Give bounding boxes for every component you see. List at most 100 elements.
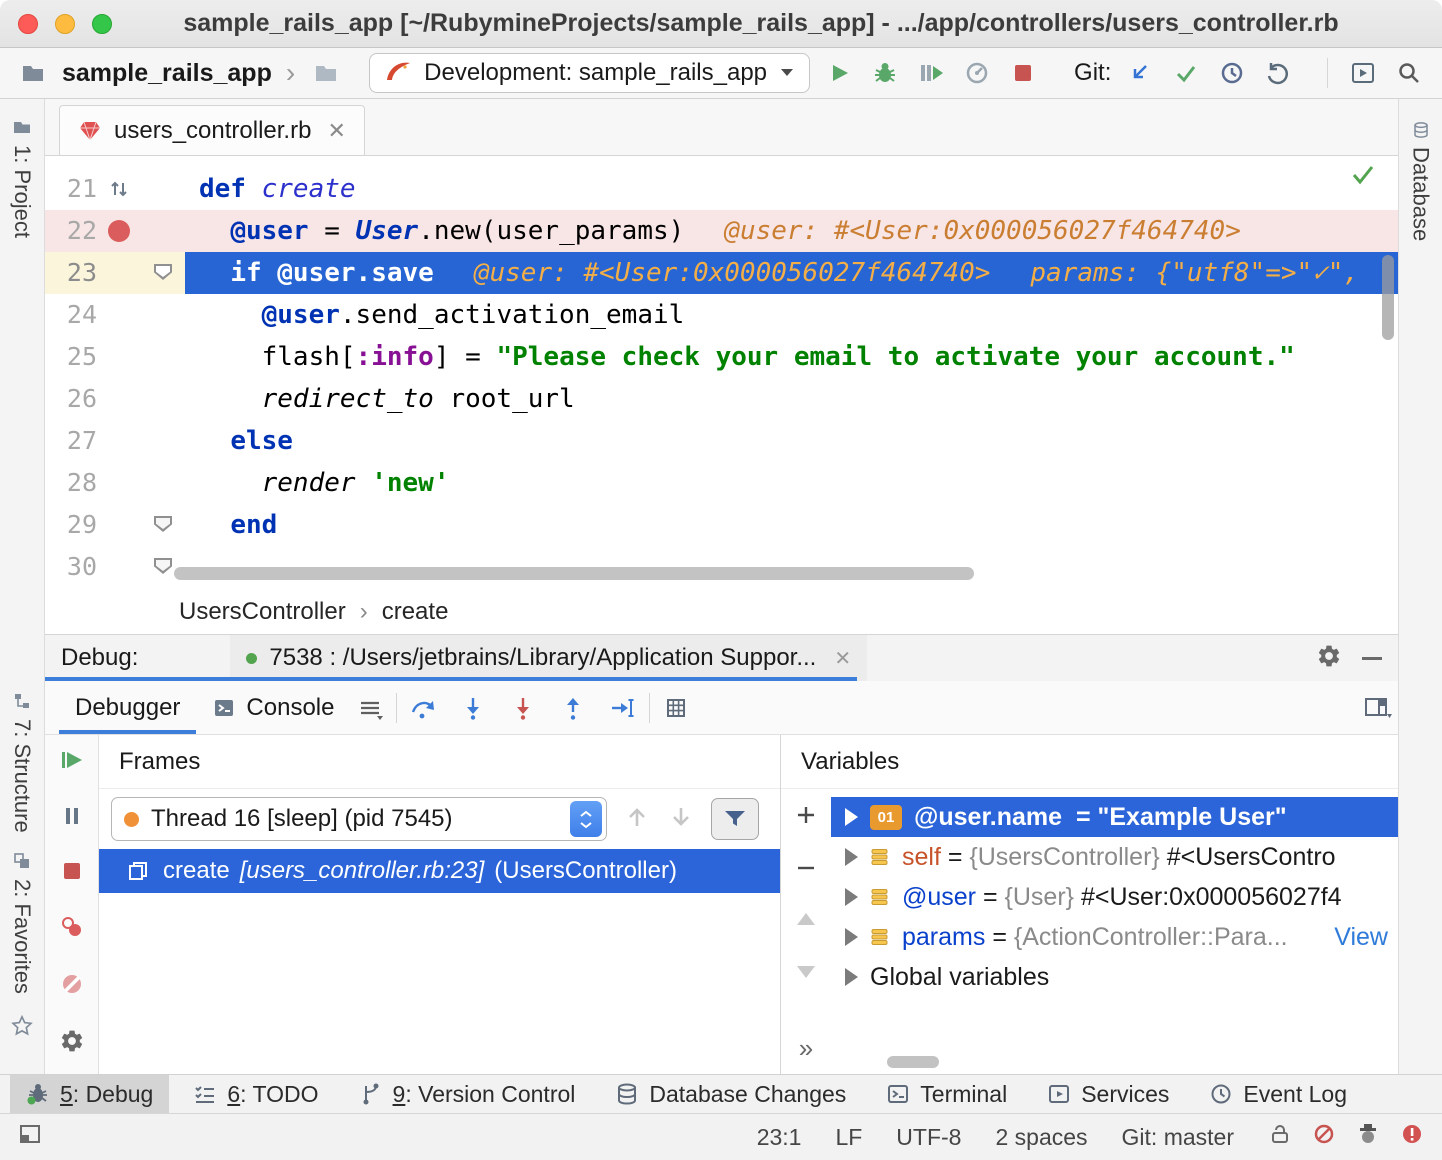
editor-tab-users-controller[interactable]: users_controller.rb ✕ bbox=[59, 105, 365, 155]
expand-triangle-icon[interactable] bbox=[845, 848, 858, 866]
fold-slot[interactable] bbox=[141, 294, 185, 336]
add-watch-button[interactable] bbox=[794, 803, 818, 832]
gutter-slot[interactable] bbox=[97, 294, 141, 336]
fold-slot[interactable] bbox=[141, 504, 185, 546]
run-button[interactable] bbox=[822, 56, 856, 90]
folder-icon[interactable] bbox=[309, 56, 343, 90]
gutter-slot[interactable] bbox=[97, 210, 141, 252]
toolwindow-button-todo[interactable]: 6: TODO bbox=[177, 1075, 334, 1113]
variable-row[interactable]: self = {UsersController} #<UsersContro bbox=[831, 837, 1398, 877]
thread-selector-stepper[interactable] bbox=[570, 801, 602, 837]
expand-triangle-icon[interactable] bbox=[845, 888, 858, 906]
toolwindow-button-terminal[interactable]: Terminal bbox=[870, 1075, 1023, 1113]
editor-line-21[interactable]: 21def create bbox=[45, 168, 1398, 210]
move-up-button[interactable] bbox=[793, 909, 819, 936]
thread-selector[interactable]: Thread 16 [sleep] (pid 7545) bbox=[111, 797, 607, 841]
close-window-button[interactable] bbox=[18, 14, 38, 34]
project-name[interactable]: sample_rails_app bbox=[62, 59, 272, 88]
breakpoint-icon[interactable] bbox=[108, 220, 130, 242]
gutter-slot[interactable] bbox=[97, 168, 141, 210]
gutter-slot[interactable] bbox=[97, 462, 141, 504]
editor-line-28[interactable]: 28 render 'new' bbox=[45, 462, 1398, 504]
toolwindow-toggle-icon[interactable] bbox=[18, 1122, 42, 1152]
rearrange-icon[interactable] bbox=[108, 178, 130, 200]
toolwindow-button-debug[interactable]: 5: Debug bbox=[10, 1075, 169, 1113]
close-session-icon[interactable]: ✕ bbox=[834, 646, 851, 671]
hide-panel-icon[interactable] bbox=[1362, 657, 1382, 660]
sidebar-item-favorites[interactable]: 2: Favorites bbox=[0, 851, 44, 994]
view-breakpoints-button[interactable] bbox=[59, 914, 85, 945]
step-out-icon[interactable] bbox=[553, 688, 593, 728]
fold-slot[interactable] bbox=[141, 336, 185, 378]
view-link[interactable]: View bbox=[1324, 917, 1388, 957]
move-down-button[interactable] bbox=[793, 960, 819, 987]
code-text[interactable]: @user = User.new(user_params)@user: #<Us… bbox=[185, 210, 1398, 252]
git-commit-button[interactable] bbox=[1169, 56, 1203, 90]
mute-breakpoints-button[interactable] bbox=[59, 971, 85, 1002]
step-into-icon[interactable] bbox=[453, 688, 493, 728]
variable-row[interactable]: 01@user.name = "Example User" bbox=[831, 797, 1398, 837]
layout-menu-icon[interactable] bbox=[350, 688, 390, 728]
run-with-coverage-button[interactable] bbox=[914, 56, 948, 90]
breadcrumb-method[interactable]: create bbox=[382, 598, 449, 626]
breadcrumb-class[interactable]: UsersController bbox=[179, 598, 346, 626]
toolwindow-button-version-control[interactable]: 9: Version Control bbox=[343, 1075, 592, 1113]
code-editor[interactable]: 21def create22 @user = User.new(user_par… bbox=[45, 156, 1398, 590]
close-tab-icon[interactable]: ✕ bbox=[327, 118, 345, 144]
gutter-slot[interactable] bbox=[97, 504, 141, 546]
editor-line-27[interactable]: 27 else bbox=[45, 420, 1398, 462]
code-text[interactable]: flash[:info] = "Please check your email … bbox=[185, 336, 1398, 378]
variable-row[interactable]: @user = {User} #<User:0x000056027f4 bbox=[831, 877, 1398, 917]
code-text[interactable]: render 'new' bbox=[185, 462, 1398, 504]
code-text[interactable]: if @user.save@user: #<User:0x000056027f4… bbox=[185, 252, 1398, 294]
editor-line-26[interactable]: 26 redirect_to root_url bbox=[45, 378, 1398, 420]
tab-console[interactable]: Console bbox=[196, 681, 350, 734]
zoom-window-button[interactable] bbox=[92, 14, 112, 34]
tab-debugger[interactable]: Debugger bbox=[59, 681, 196, 734]
code-text[interactable]: def create bbox=[185, 168, 1398, 210]
variable-row[interactable]: params = {ActionController::Para...View bbox=[831, 917, 1398, 957]
sidebar-item-database[interactable]: Database bbox=[1399, 121, 1442, 241]
stop-debug-button[interactable] bbox=[60, 859, 84, 888]
minimize-window-button[interactable] bbox=[55, 14, 75, 34]
fold-slot[interactable] bbox=[141, 252, 185, 294]
editor-horizontal-scrollbar[interactable] bbox=[174, 567, 974, 580]
readonly-lock-icon[interactable] bbox=[1268, 1122, 1292, 1152]
fold-marker-icon[interactable] bbox=[154, 264, 172, 280]
rollback-button[interactable] bbox=[1261, 56, 1295, 90]
settings-gear-icon[interactable] bbox=[1316, 643, 1342, 674]
error-notification-icon[interactable] bbox=[1400, 1122, 1424, 1152]
fold-slot[interactable] bbox=[141, 462, 185, 504]
restore-layout-icon[interactable] bbox=[1358, 688, 1398, 728]
hide-frames-filter-button[interactable] bbox=[711, 798, 759, 840]
status-item[interactable]: LF bbox=[835, 1124, 862, 1151]
hector-inspector-icon[interactable] bbox=[1356, 1122, 1380, 1152]
debug-button[interactable] bbox=[868, 56, 902, 90]
toolwindow-button-event-log[interactable]: Event Log bbox=[1193, 1075, 1363, 1113]
editor-line-24[interactable]: 24 @user.send_activation_email bbox=[45, 294, 1398, 336]
debug-session-tab[interactable]: 7538 : /Users/jetbrains/Library/Applicat… bbox=[230, 635, 867, 681]
editor-line-22[interactable]: 22 @user = User.new(user_params)@user: #… bbox=[45, 210, 1398, 252]
remove-watch-button[interactable] bbox=[794, 856, 818, 885]
gutter-slot[interactable] bbox=[97, 252, 141, 294]
gutter-slot[interactable] bbox=[97, 420, 141, 462]
resume-button[interactable] bbox=[59, 747, 85, 778]
expand-triangle-icon[interactable] bbox=[845, 808, 858, 826]
profiler-button[interactable] bbox=[960, 56, 994, 90]
editor-line-29[interactable]: 29 end bbox=[45, 504, 1398, 546]
toolwindow-button-services[interactable]: Services bbox=[1031, 1075, 1185, 1113]
run-to-cursor-icon[interactable] bbox=[603, 688, 643, 728]
highlighting-level-icon[interactable] bbox=[1312, 1122, 1336, 1152]
toolwindow-button-database-changes[interactable]: Database Changes bbox=[599, 1075, 862, 1113]
expand-triangle-icon[interactable] bbox=[845, 928, 858, 946]
fold-slot[interactable] bbox=[141, 210, 185, 252]
editor-vertical-scrollbar[interactable] bbox=[1382, 255, 1394, 340]
debugger-settings-gear-icon[interactable] bbox=[59, 1028, 85, 1059]
tool-window-button[interactable] bbox=[1346, 56, 1380, 90]
code-text[interactable]: else bbox=[185, 420, 1398, 462]
fold-marker-icon[interactable] bbox=[154, 516, 172, 532]
editor-line-25[interactable]: 25 flash[:info] = "Please check your ema… bbox=[45, 336, 1398, 378]
status-item[interactable]: 23:1 bbox=[757, 1124, 802, 1151]
git-history-button[interactable] bbox=[1215, 56, 1249, 90]
sidebar-item-structure[interactable]: 7: Structure bbox=[0, 691, 44, 833]
